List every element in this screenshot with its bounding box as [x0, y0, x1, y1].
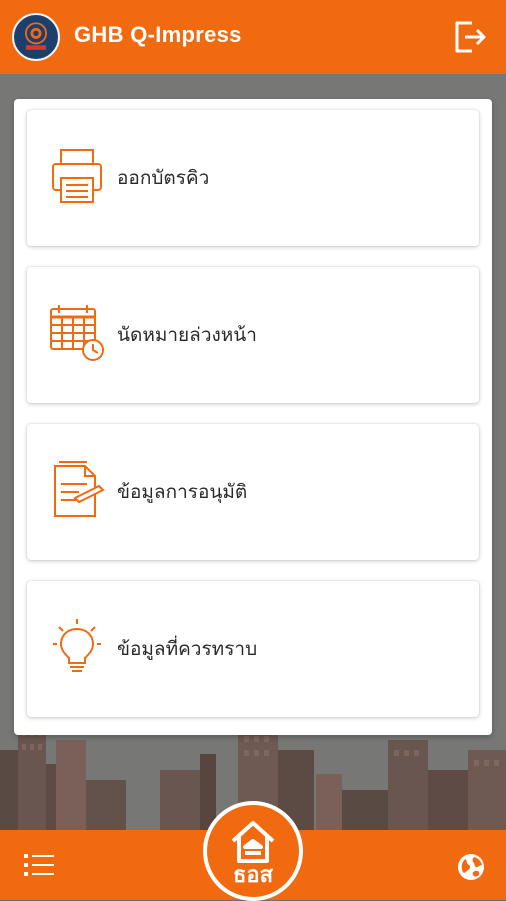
printer-icon [49, 146, 105, 206]
menu-item-approval-info[interactable]: ข้อมูลการอนุมัติ [27, 424, 479, 560]
menu-item-queue-ticket[interactable]: ออกบัตรคิว [27, 110, 479, 246]
menu-item-label: ข้อมูลการอนุมัติ [117, 481, 248, 503]
app-title: GHB Q-Impress [74, 22, 242, 47]
lightbulb-icon [49, 617, 105, 677]
menu-item-useful-info[interactable]: ข้อมูลที่ควรทราบ [27, 581, 479, 717]
menu-panel: ออกบัตรคิว นัดหมายล่วงหน้า ข้อมูลการอนุม… [14, 99, 492, 735]
menu-item-appointment[interactable]: นัดหมายล่วงหน้า [27, 267, 479, 403]
list-menu-icon[interactable] [24, 852, 54, 878]
menu-item-label: ข้อมูลที่ควรทราบ [117, 638, 258, 660]
ghb-home-icon [231, 821, 275, 863]
document-pen-icon [49, 460, 105, 520]
globe-icon[interactable] [456, 852, 486, 882]
ghb-logo-icon [12, 13, 60, 61]
calendar-clock-icon [49, 303, 105, 363]
menu-item-label: ออกบัตรคิว [117, 167, 210, 189]
app-bar: GHB Q-Impress [0, 0, 506, 74]
menu-item-label: นัดหมายล่วงหน้า [117, 324, 257, 346]
center-button-label: ธอส [232, 863, 274, 888]
home-center-button[interactable]: ธอส [203, 801, 303, 901]
logout-icon[interactable] [452, 20, 488, 54]
